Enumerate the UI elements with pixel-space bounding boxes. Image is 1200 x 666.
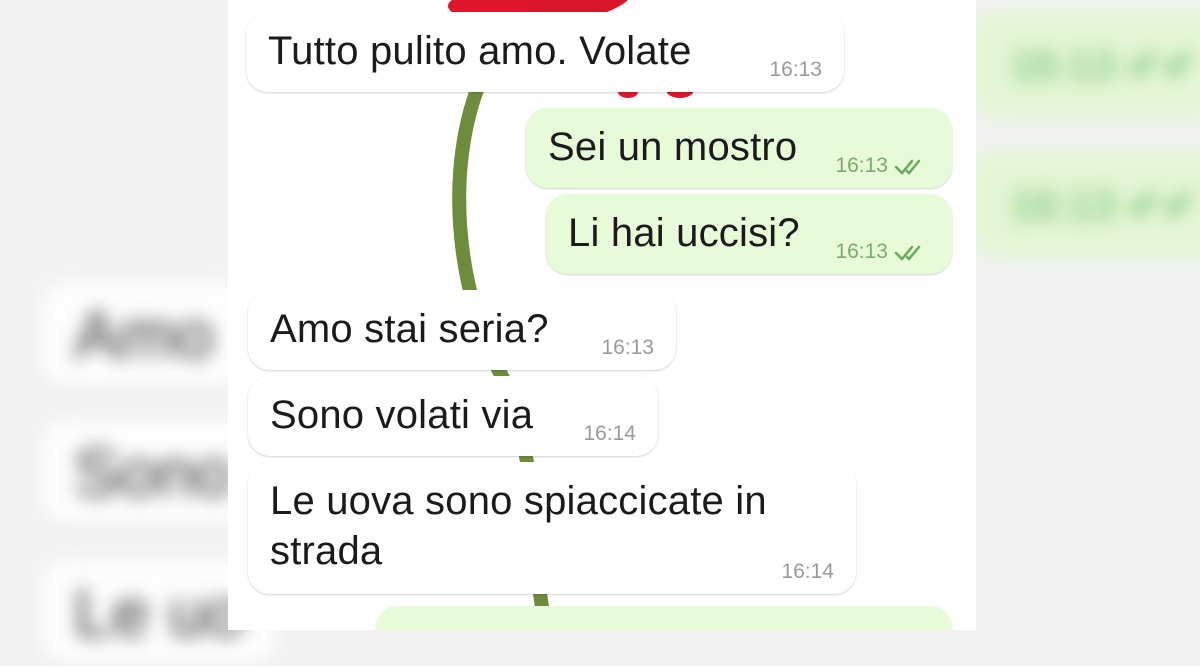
message-time: 16:13 <box>601 336 654 359</box>
blurred-bubble: 16:13 ✔✔ <box>970 10 1200 119</box>
message-bubble-incoming[interactable]: Le uova sono spiaccicate in strada 16:14 <box>248 462 856 594</box>
message-meta: 16:13 <box>601 336 654 360</box>
blurred-time: 16:13 <box>1010 181 1116 228</box>
blurred-bubble: 16:13 ✔✔ <box>970 150 1200 259</box>
message-text: Sei un mostro <box>548 125 798 169</box>
blurred-right-background: 16:13 ✔✔ 16:13 ✔✔ <box>960 0 1200 630</box>
message-meta: 16:13 <box>835 154 930 178</box>
blurred-bubble: Amo <box>40 282 248 388</box>
message-bubble-incoming[interactable]: Sono volati via 16:14 <box>248 376 658 456</box>
message-meta: 16:14 <box>781 560 834 584</box>
message-time: 16:14 <box>781 560 834 583</box>
message-time: 16:14 <box>583 422 636 445</box>
message-text: Tutto pulito amo. Volate <box>268 29 692 73</box>
message-bubble-outgoing[interactable]: Sei un mostro 16:13 <box>526 108 952 188</box>
message-bubble-incoming[interactable]: Amo stai seria? 16:13 <box>248 290 676 370</box>
message-text: Li hai uccisi? <box>568 211 800 255</box>
blurred-left-background: Amo Sono Le uo <box>0 0 279 666</box>
double-check-icon <box>894 245 921 261</box>
message-text: Amo stai seria? <box>270 307 549 351</box>
message-text: Sono volati via <box>270 393 534 437</box>
message-bubble-incoming[interactable]: Tutto pulito amo. Volate 16:13 <box>246 12 844 92</box>
message-time: 16:13 <box>769 58 822 81</box>
message-meta: 16:13 <box>835 240 930 264</box>
message-time: 16:13 <box>835 240 888 263</box>
message-bubble-outgoing-partial[interactable] <box>376 606 952 630</box>
blurred-text: Le uo <box>74 575 245 651</box>
blurred-text: Amo <box>74 297 214 373</box>
message-bubble-outgoing[interactable]: Li hai uccisi? 16:13 <box>546 194 952 274</box>
message-time: 16:13 <box>835 154 888 177</box>
blurred-time: 16:13 <box>1010 41 1116 88</box>
blurred-text: Sono <box>74 435 233 511</box>
message-text: Le uova sono spiaccicate in strada <box>270 479 767 573</box>
message-meta: 16:14 <box>583 422 636 446</box>
message-meta: 16:13 <box>769 58 822 82</box>
chat-panel: Tutto pulito amo. Volate 16:13 Sei un mo… <box>228 0 976 630</box>
double-check-icon <box>894 159 921 175</box>
